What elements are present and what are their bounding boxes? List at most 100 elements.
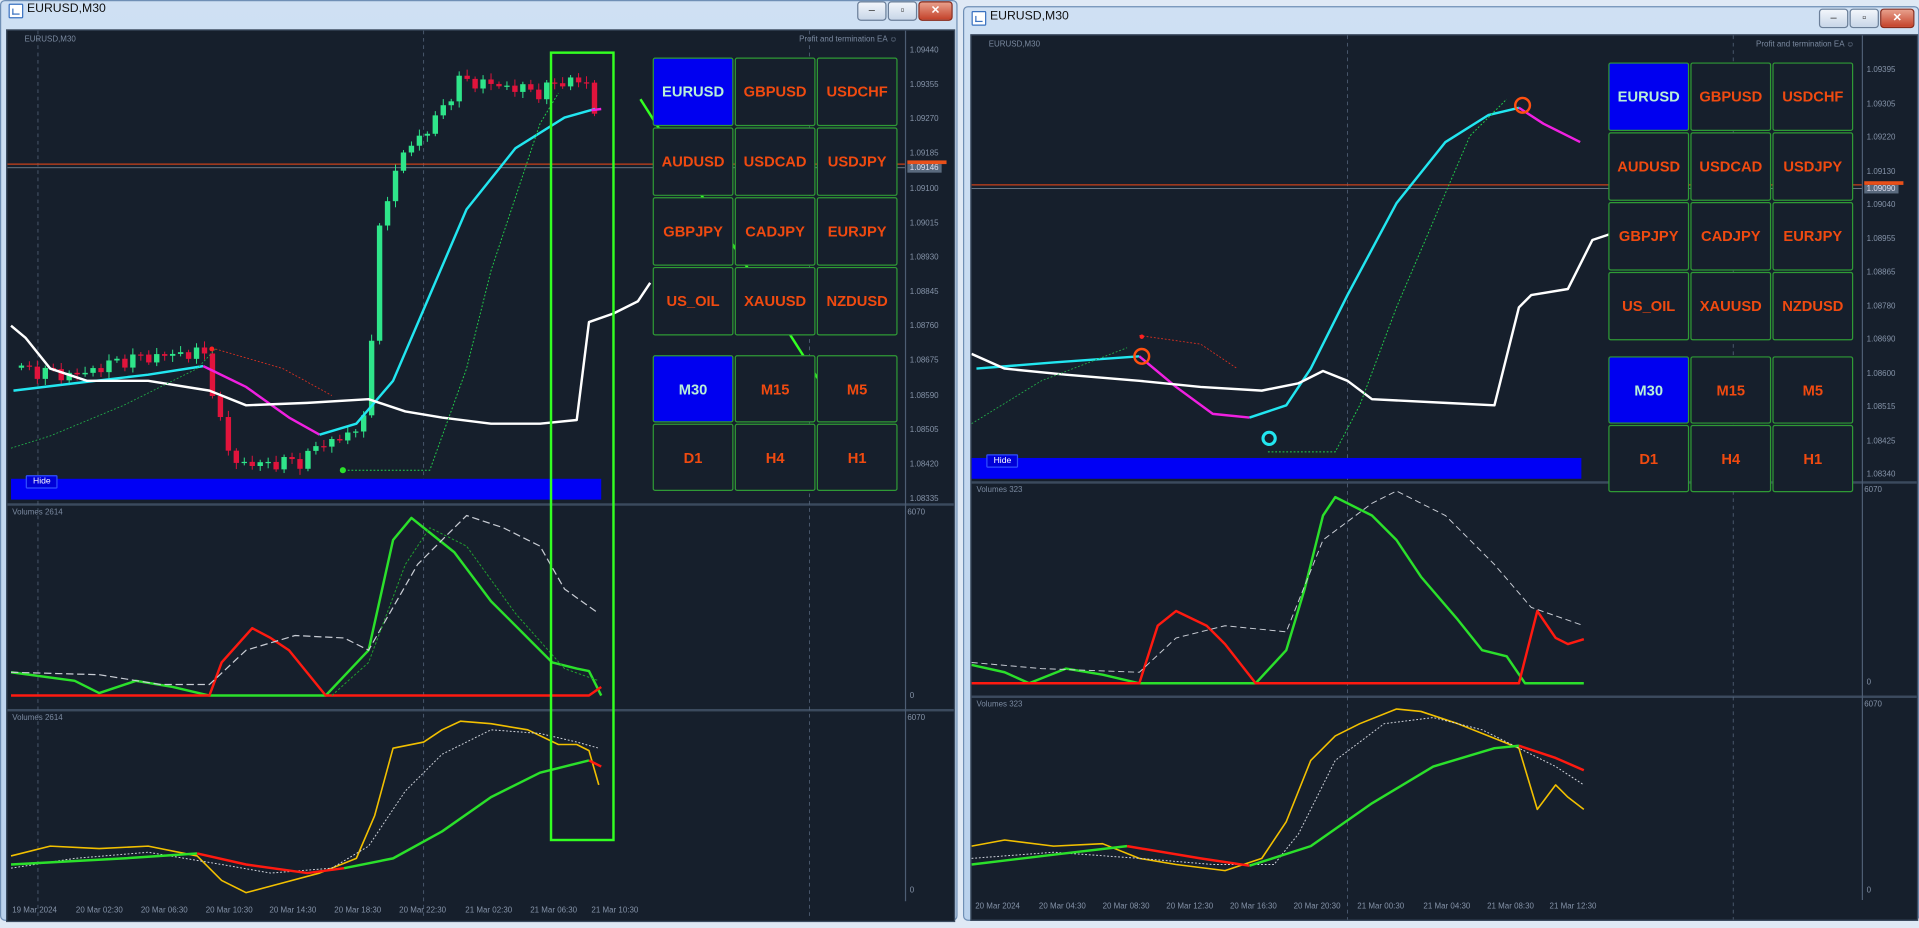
symbol-button-xauusd[interactable]: XAUUSD bbox=[1690, 271, 1772, 341]
volume-panel-label: Volumes 2614 bbox=[12, 713, 63, 723]
bear-candle bbox=[496, 83, 502, 87]
indicator-line bbox=[331, 527, 599, 696]
chart-area[interactable]: EURUSD,M30 Profit and termination EA ☺ Hid… bbox=[6, 29, 956, 923]
app-icon bbox=[971, 11, 987, 26]
price-axis-label: 1.09440 bbox=[909, 46, 939, 56]
indicator-line bbox=[591, 107, 602, 112]
symbol-button-audusd[interactable]: AUDUSD bbox=[1608, 132, 1690, 201]
bull-candle bbox=[177, 352, 184, 354]
signal-dot bbox=[209, 346, 215, 352]
symbol-button-nzdusd[interactable]: NZDUSD bbox=[1772, 271, 1854, 341]
bear-candle bbox=[583, 82, 590, 84]
symbol-button-nzdusd[interactable]: NZDUSD bbox=[816, 266, 898, 336]
close-button[interactable]: ✕ bbox=[1880, 8, 1915, 29]
indicator-line bbox=[319, 107, 596, 436]
bear-candle bbox=[337, 439, 343, 441]
timeframe-button-d1[interactable]: D1 bbox=[1608, 424, 1690, 493]
bull-candle bbox=[440, 105, 446, 116]
bull-candle bbox=[345, 432, 351, 441]
hide-button[interactable]: Hide bbox=[25, 475, 59, 489]
bull-candle bbox=[408, 145, 415, 153]
price-axis-label: 1.08600 bbox=[1866, 369, 1896, 378]
indicator-line bbox=[10, 729, 599, 874]
indicator-line bbox=[971, 844, 1128, 866]
indicator-line bbox=[1518, 106, 1581, 144]
bear-candle bbox=[185, 352, 192, 359]
timeframe-button-h4[interactable]: H4 bbox=[1690, 424, 1772, 493]
indicator-line bbox=[10, 516, 603, 697]
indicator-line bbox=[196, 852, 345, 875]
symbol-button-eurusd[interactable]: EURUSD bbox=[1608, 62, 1690, 132]
symbol-button-usdchf[interactable]: USDCHF bbox=[816, 57, 898, 127]
timeframe-button-m5[interactable]: M5 bbox=[1772, 356, 1854, 424]
symbol-button-usdcad[interactable]: USDCAD bbox=[734, 127, 816, 196]
symbol-button-us_oil[interactable]: US_OIL bbox=[652, 266, 734, 336]
symbol-button-xauusd[interactable]: XAUUSD bbox=[734, 266, 816, 336]
symbol-button-gbpusd[interactable]: GBPUSD bbox=[1690, 62, 1772, 132]
bull-candle bbox=[448, 101, 454, 106]
symbol-button-audusd[interactable]: AUDUSD bbox=[652, 127, 734, 196]
bull-candle bbox=[456, 75, 462, 102]
volume-axis-max: 6070 bbox=[1864, 486, 1882, 495]
hide-button[interactable]: Hide bbox=[986, 454, 1019, 468]
symbol-button-eurjpy[interactable]: EURJPY bbox=[816, 197, 898, 266]
close-button[interactable]: ✕ bbox=[918, 1, 953, 21]
indicator-line bbox=[10, 282, 652, 425]
minimize-button[interactable]: – bbox=[857, 1, 887, 21]
symbol-button-usdjpy[interactable]: USDJPY bbox=[1772, 132, 1854, 201]
timeframe-button-h1[interactable]: H1 bbox=[1772, 424, 1854, 493]
time-axis-label: 21 Mar 06:30 bbox=[530, 906, 578, 915]
price-axis-label: 1.09040 bbox=[1866, 200, 1896, 210]
bull-candle bbox=[106, 360, 112, 373]
bull-candle bbox=[154, 354, 160, 363]
price-axis-label: 1.09270 bbox=[909, 115, 939, 125]
bear-candle bbox=[146, 354, 152, 363]
bull-candle bbox=[241, 461, 247, 464]
symbol-button-eurjpy[interactable]: EURJPY bbox=[1772, 202, 1854, 271]
bull-candle bbox=[193, 347, 200, 359]
price-axis-label: 1.09015 bbox=[909, 218, 939, 228]
bear-candle bbox=[559, 83, 566, 87]
timeframe-button-m30[interactable]: M30 bbox=[1608, 356, 1690, 424]
symbol-button-gbpjpy[interactable]: GBPJPY bbox=[652, 197, 734, 266]
timeframe-button-m5[interactable]: M5 bbox=[816, 355, 898, 423]
timeframe-button-h1[interactable]: H1 bbox=[816, 423, 898, 492]
symbol-button-usdcad[interactable]: USDCAD bbox=[1690, 132, 1772, 201]
symbol-button-cadjpy[interactable]: CADJPY bbox=[1690, 202, 1772, 271]
volume-axis-max: 6070 bbox=[907, 508, 926, 517]
price-axis-label: 1.08340 bbox=[1866, 470, 1896, 479]
timeframe-button-m15[interactable]: M15 bbox=[1690, 356, 1772, 424]
bear-candle bbox=[162, 354, 168, 356]
symbol-button-gbpjpy[interactable]: GBPJPY bbox=[1608, 202, 1690, 271]
price-axis-label: 1.08930 bbox=[909, 253, 939, 262]
maximize-button[interactable]: ▫ bbox=[1849, 8, 1879, 29]
highlight-box bbox=[549, 51, 615, 842]
timeframe-button-d1[interactable]: D1 bbox=[652, 423, 734, 492]
bull-candle bbox=[416, 135, 423, 146]
bear-candle bbox=[233, 450, 240, 463]
symbol-button-usdchf[interactable]: USDCHF bbox=[1772, 62, 1854, 132]
symbol-button-us_oil[interactable]: US_OIL bbox=[1608, 271, 1690, 341]
maximize-button[interactable]: ▫ bbox=[887, 1, 918, 21]
hide-bar bbox=[971, 457, 1582, 479]
bull-candle bbox=[353, 431, 359, 433]
timeframe-button-h4[interactable]: H4 bbox=[734, 423, 816, 492]
symbol-button-cadjpy[interactable]: CADJPY bbox=[734, 197, 816, 266]
timeframe-button-m15[interactable]: M15 bbox=[734, 355, 816, 423]
symbol-button-usdjpy[interactable]: USDJPY bbox=[816, 127, 898, 196]
volume-axis-max: 6070 bbox=[1864, 700, 1882, 709]
bear-candle bbox=[488, 79, 494, 84]
symbol-button-gbpusd[interactable]: GBPUSD bbox=[734, 57, 816, 127]
indicator-line bbox=[971, 717, 1585, 865]
minimize-button[interactable]: – bbox=[1818, 8, 1849, 29]
time-axis-label: 20 Mar 10:30 bbox=[205, 906, 253, 915]
time-axis-label: 20 Mar 22:30 bbox=[399, 906, 447, 915]
volume-panel-label: Volumes 2614 bbox=[12, 508, 63, 517]
volume-panel-label: Volumes 323 bbox=[976, 486, 1023, 495]
symbol-button-eurusd[interactable]: EURUSD bbox=[652, 57, 734, 127]
chart-area[interactable]: EURUSD,M30 Profit and termination EA ☺ Hid… bbox=[970, 34, 1919, 921]
volume-panel-label: Volumes 323 bbox=[976, 700, 1023, 709]
indicator-line bbox=[10, 852, 198, 866]
volume-axis-max: 6070 bbox=[907, 713, 926, 723]
timeframe-button-m30[interactable]: M30 bbox=[652, 355, 734, 423]
